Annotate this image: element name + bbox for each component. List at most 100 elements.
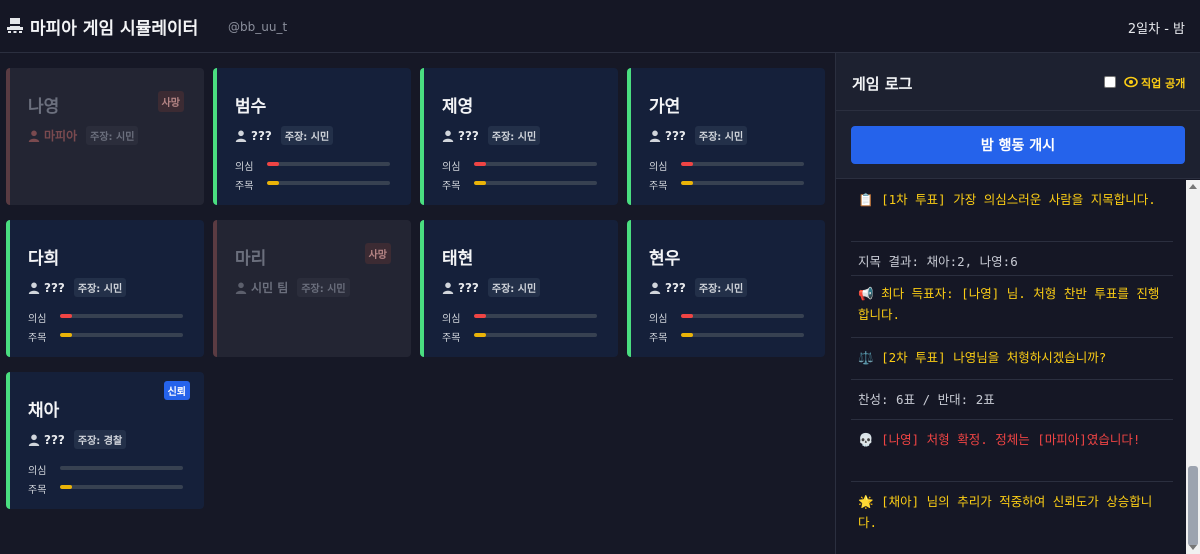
dead-badge: 사망 [364,243,391,264]
person-icon [649,130,661,142]
attention-fill [681,181,694,185]
suspicion-bar [60,314,183,318]
suspicion-label: 의심 [28,314,47,325]
log-header: 게임 로그 직업 공개 [836,53,1200,111]
top-header: 마피아 게임 시뮬레이터 @bb_uu_t 2일차 - 밤 [0,0,1200,53]
player-name: 나영 [28,97,60,117]
start-night-action-button[interactable]: 밤 행동 개시 [851,126,1185,164]
player-role-row: ??? 주장: 경찰 [28,430,127,449]
suspicion-label: 의심 [649,314,668,325]
suspicion-label: 의심 [235,162,254,173]
player-claim: 주장: 시민 [487,126,541,145]
suspicion-label: 의심 [442,314,461,325]
log-separator [851,379,1173,380]
reveal-roles-label[interactable]: 직업 공개 [1141,75,1185,91]
player-card[interactable]: 범수??? 주장: 시민 의심 주목 [213,68,411,205]
log-entry: ⚖️ [2차 투표] 나영님을 처형하시겠습니까? [858,350,1107,365]
suspicion-fill [681,314,694,318]
app-title: 마피아 게임 시뮬레이터 [30,19,199,39]
player-role-row: ??? 주장: 시민 [235,126,334,145]
log-separator [851,275,1173,276]
player-claim: 주장: 시민 [73,278,127,297]
player-name: 제영 [442,97,474,117]
player-name: 범수 [235,97,267,117]
player-name: 채아 [28,401,60,421]
player-role-row: ??? 주장: 시민 [649,278,748,297]
player-name: 현우 [649,249,681,269]
attention-bar [474,333,597,337]
attention-label: 주목 [649,333,668,344]
player-claim: 주장: 시민 [487,278,541,297]
log-separator [851,419,1173,420]
author-handle: @bb_uu_t [228,20,288,34]
eye-icon [1124,76,1138,88]
log-entry: 지목 결과: 채아:2, 나영:6 [858,254,1018,269]
attention-bar [267,181,390,185]
person-icon [442,130,454,142]
action-area: 밤 행동 개시 [836,111,1200,179]
person-icon [28,282,40,294]
player-role: ??? [458,128,479,143]
player-role: 마피아 [44,129,78,143]
scroll-down-arrow[interactable] [1189,545,1197,550]
player-card[interactable]: 나영마피아 주장: 시민 사망 [6,68,204,205]
suspicion-label: 의심 [649,162,668,173]
suspicion-fill [474,314,487,318]
player-role-row: 마피아 주장: 시민 [28,126,139,145]
player-role-row: ??? 주장: 시민 [442,126,541,145]
scroll-up-arrow[interactable] [1189,184,1197,189]
player-card[interactable]: 가연??? 주장: 시민 의심 주목 [627,68,825,205]
suspicion-label: 의심 [442,162,461,173]
player-role: ??? [44,432,65,447]
log-list[interactable]: 📋 [1차 투표] 가장 의심스러운 사람을 지목합니다. 지목 결과: 채아:2… [836,179,1188,554]
player-card[interactable]: 다희??? 주장: 시민 의심 주목 [6,220,204,357]
attention-bar [681,181,804,185]
person-icon [649,282,661,294]
player-role-row: ??? 주장: 시민 [28,278,127,297]
attention-label: 주목 [28,485,47,496]
person-icon [28,130,40,142]
player-role-row: ??? 주장: 시민 [649,126,748,145]
hat-icon [7,18,23,33]
attention-label: 주목 [649,181,668,192]
suspicion-bar [267,162,390,166]
player-role: ??? [44,280,65,295]
dead-badge: 사망 [157,91,184,112]
suspicion-fill [474,162,487,166]
log-separator [851,241,1173,242]
player-role-row: ??? 주장: 시민 [442,278,541,297]
log-entry: 🌟 [채아] 님의 추리가 적중하여 신뢰도가 상승합니다. [858,494,1153,530]
player-card[interactable]: 태현??? 주장: 시민 의심 주목 [420,220,618,357]
attention-fill [267,181,280,185]
player-claim: 주장: 시민 [297,278,350,297]
player-claim: 주장: 시민 [86,126,139,145]
player-card[interactable]: 현우 ??? 주장: 시민의심주목 [627,220,825,357]
attention-bar [60,485,183,489]
player-card[interactable]: 채아??? 주장: 경찰 의심 주목 신뢰 [6,372,204,509]
attention-fill [474,333,487,337]
player-card[interactable]: 마리 시민 팀 주장: 시민 사망 [213,220,411,357]
suspicion-fill [267,162,280,166]
log-entry: 💀 [나영] 처형 확정. 정체는 [마피아]였습니다! [858,432,1141,447]
suspicion-bar [474,314,597,318]
person-icon [442,282,454,294]
attention-fill [474,181,487,185]
log-scrollbar-thumb[interactable] [1188,466,1198,546]
player-role: ??? [251,128,272,143]
suspicion-fill [60,314,73,318]
player-role: ??? [665,280,686,295]
player-role: ??? [458,280,479,295]
attention-label: 주목 [442,181,461,192]
attention-fill [60,485,73,489]
attention-bar [681,333,804,337]
player-claim: 주장: 시민 [694,126,748,145]
attention-label: 주목 [28,333,47,344]
suspicion-bar [681,162,804,166]
log-title: 게임 로그 [852,75,913,93]
player-name: 다희 [28,249,60,269]
player-card[interactable]: 제영??? 주장: 시민 의심 주목 [420,68,618,205]
log-separator [851,337,1173,338]
log-entry: 📋 [1차 투표] 가장 의심스러운 사람을 지목합니다. [858,192,1156,207]
attention-bar [60,333,183,337]
reveal-roles-checkbox[interactable] [1104,76,1116,88]
